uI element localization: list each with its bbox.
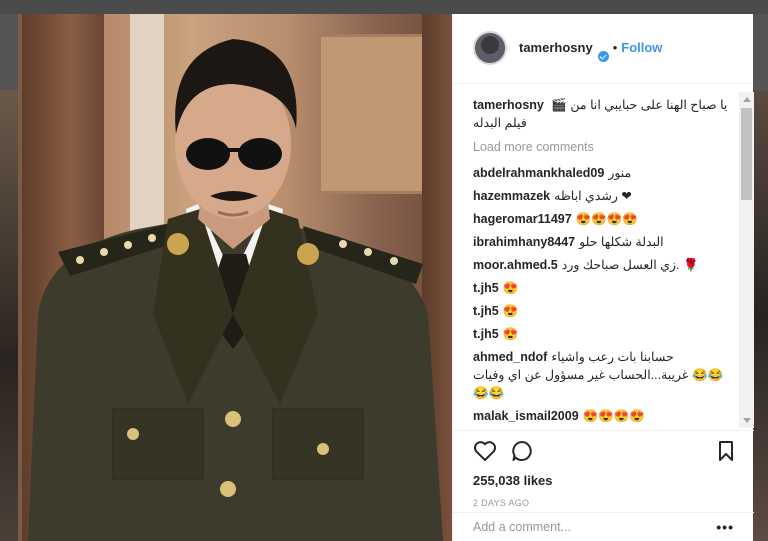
add-comment-input[interactable] bbox=[473, 520, 717, 534]
page-backdrop-left bbox=[0, 90, 18, 541]
comment-text: زي العسل صباحك ورد. 🌹 bbox=[561, 258, 699, 272]
comment-username[interactable]: hageromar11497 bbox=[473, 212, 572, 226]
comments-scrollbar[interactable] bbox=[739, 92, 754, 428]
comment-text: 😍 bbox=[502, 281, 519, 295]
follow-button[interactable]: Follow bbox=[621, 40, 662, 55]
comment-text: 😍😍😍😍 bbox=[575, 212, 638, 226]
comment-username[interactable]: ibrahimhany8447 bbox=[473, 235, 575, 249]
comment-text: البدلة شكلها حلو bbox=[579, 235, 664, 249]
scroll-up-arrow-icon[interactable] bbox=[743, 97, 751, 102]
comment-username[interactable]: hazemmazek bbox=[473, 189, 550, 203]
comment-row: t.jh5 😍 bbox=[473, 302, 734, 320]
comment-username[interactable]: moor.ahmed.5 bbox=[473, 258, 558, 272]
load-more-comments-link[interactable]: Load more comments bbox=[473, 140, 734, 154]
comment-text: منور bbox=[608, 166, 632, 180]
post-header: tamerhosny • Follow bbox=[453, 14, 753, 84]
comment-username[interactable]: ahmed_ndof bbox=[473, 350, 547, 364]
more-options-icon[interactable]: ••• bbox=[716, 519, 734, 535]
comment-text: 😍 bbox=[502, 304, 519, 318]
username-link[interactable]: tamerhosny bbox=[519, 40, 593, 55]
page-backdrop-right bbox=[753, 90, 768, 541]
post-date[interactable]: 2 DAYS AGO bbox=[473, 498, 734, 508]
comment-row: abdelrahmankhaled09 منور bbox=[473, 164, 734, 182]
comment-text: 😍😍😍😍 bbox=[582, 409, 645, 423]
comment-row: hazemmazek رشدي اباظه ❤ bbox=[473, 187, 734, 205]
comments-list[interactable]: tamerhosny 🎬 يا صباح الهنا على حبايبي ان… bbox=[453, 92, 754, 430]
bookmark-icon[interactable] bbox=[718, 441, 734, 461]
comment-bubble-icon[interactable] bbox=[511, 440, 533, 462]
comment-text: 😍 bbox=[502, 327, 519, 341]
caption-username[interactable]: tamerhosny bbox=[473, 98, 544, 112]
comment-row: ahmed_ndof حسابنا بات رعب واشياء غريبة...… bbox=[473, 348, 734, 402]
header-separator: • bbox=[612, 40, 618, 55]
post-actions: 255,038 likes 2 DAYS AGO bbox=[453, 430, 754, 508]
comment-row: t.jh5 😍 bbox=[473, 279, 734, 297]
add-comment-bar: ••• bbox=[453, 512, 754, 541]
scroll-down-arrow-icon[interactable] bbox=[743, 418, 751, 423]
comment-row: moor.ahmed.5 زي العسل صباحك ورد. 🌹 bbox=[473, 256, 734, 274]
avatar[interactable] bbox=[473, 30, 507, 65]
comment-username[interactable]: t.jh5 bbox=[473, 281, 499, 295]
comment-username[interactable]: malak_ismail2009 bbox=[473, 409, 579, 423]
page-backdrop-top bbox=[0, 0, 768, 14]
comment-username[interactable]: abdelrahmankhaled09 bbox=[473, 166, 604, 180]
post-photo[interactable] bbox=[18, 14, 452, 541]
photo-subject bbox=[28, 39, 443, 541]
comment-row: malak_ismail2009 😍😍😍😍 bbox=[473, 407, 734, 425]
scrollbar-thumb[interactable] bbox=[741, 108, 752, 200]
comment-row: hageromar11497 😍😍😍😍 bbox=[473, 210, 734, 228]
post-modal: tamerhosny • Follow tamerhosny 🎬 يا صباح… bbox=[18, 14, 754, 541]
caption: tamerhosny 🎬 يا صباح الهنا على حبايبي ان… bbox=[473, 96, 734, 132]
comment-text: رشدي اباظه ❤ bbox=[554, 189, 632, 203]
heart-icon[interactable] bbox=[473, 440, 497, 462]
action-icons bbox=[473, 431, 734, 471]
comment-username[interactable]: t.jh5 bbox=[473, 304, 499, 318]
comment-row: t.jh5 😍 bbox=[473, 325, 734, 343]
post-side-panel: tamerhosny • Follow tamerhosny 🎬 يا صباح… bbox=[452, 14, 754, 541]
comment-row: ibrahimhany8447 البدلة شكلها حلو bbox=[473, 233, 734, 251]
likes-count[interactable]: 255,038 likes bbox=[473, 473, 734, 488]
verified-badge-icon bbox=[597, 51, 609, 62]
comment-username[interactable]: t.jh5 bbox=[473, 327, 499, 341]
